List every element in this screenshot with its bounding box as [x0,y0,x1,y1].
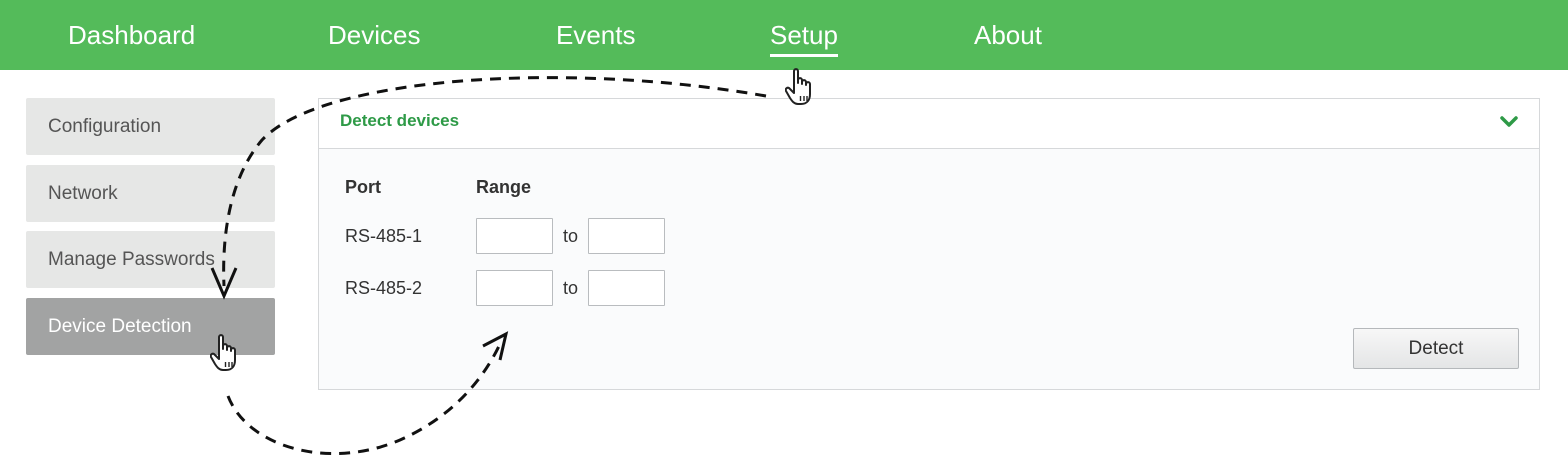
panel-title: Detect devices [340,111,460,130]
sidebar-item-device-detection[interactable]: Device Detection [26,298,275,355]
top-nav-bar: Dashboard Devices Events Setup About [0,0,1568,70]
port-label-rs485-1: RS-485-1 [345,226,423,246]
range-from-input-rs485-1[interactable] [476,218,553,254]
sidebar-item-configuration[interactable]: Configuration [26,98,275,155]
range-from-input-rs485-2[interactable] [476,270,553,306]
range-column-header: Range [476,177,532,197]
detect-button[interactable]: Detect [1353,328,1519,369]
nav-item-setup[interactable]: Setup [770,18,838,58]
nav-item-events[interactable]: Events [556,18,636,58]
port-column-header: Port [345,177,381,197]
nav-item-dashboard[interactable]: Dashboard [68,18,195,58]
range-to-label: to [563,226,579,246]
nav-item-about[interactable]: About [974,18,1042,58]
detect-devices-panel: Detect devices Port Range RS-485-1 to RS… [318,98,1540,390]
range-to-input-rs485-1[interactable] [588,218,665,254]
port-label-rs485-2: RS-485-2 [345,278,423,298]
nav-item-devices[interactable]: Devices [328,18,420,58]
sidebar-item-network[interactable]: Network [26,165,275,222]
range-to-input-rs485-2[interactable] [588,270,665,306]
chevron-down-icon[interactable] [1499,113,1519,131]
sidebar-item-manage-passwords[interactable]: Manage Passwords [26,231,275,288]
range-to-label: to [563,278,579,298]
panel-header[interactable]: Detect devices [319,99,1539,149]
